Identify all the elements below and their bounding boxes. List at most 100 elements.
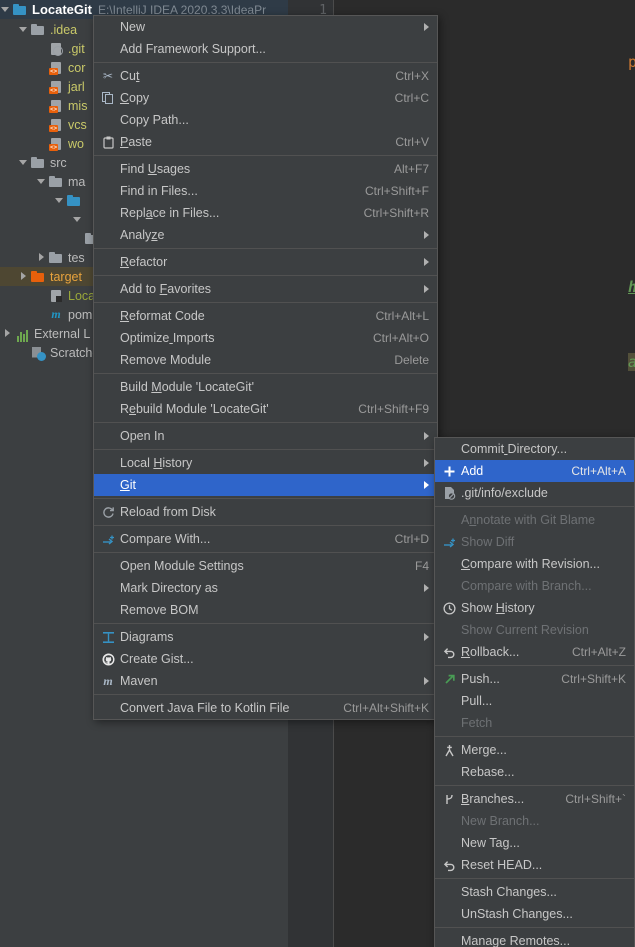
menu-item-shortcut: Alt+F7 bbox=[393, 162, 429, 176]
merge-icon bbox=[437, 739, 461, 761]
menu-item-show-current-revision: Show Current Revision bbox=[435, 619, 634, 641]
menu-item-rebuild-module-locategit[interactable]: Rebuild Module 'LocateGit' Ctrl+Shift+F9 bbox=[94, 398, 437, 420]
project-root-name: LocateGit bbox=[32, 2, 92, 17]
project-context-menu[interactable]: New Add Framework Support... ✂ Cut Ctrl+X Cop… bbox=[93, 15, 438, 720]
menu-item-rollback[interactable]: Rollback... Ctrl+Alt+Z bbox=[435, 641, 634, 663]
menu-item-branches[interactable]: Branches... Ctrl+Shift+` bbox=[435, 788, 634, 810]
menu-item-label: Optimize Imports bbox=[120, 331, 215, 345]
menu-item-label: Reformat Code bbox=[120, 309, 205, 323]
menu-item-cut[interactable]: ✂ Cut Ctrl+X bbox=[94, 65, 437, 87]
menu-item-add-framework-support[interactable]: Add Framework Support... bbox=[94, 38, 437, 60]
menu-item-git[interactable]: Git bbox=[94, 474, 437, 496]
plus-icon bbox=[437, 460, 461, 482]
menu-item-label: Reload from Disk bbox=[120, 505, 216, 519]
menu-item-local-history[interactable]: Local History bbox=[94, 452, 437, 474]
menu-item-git-info-exclude[interactable]: .git/info/exclude bbox=[435, 482, 634, 504]
copy-icon bbox=[96, 87, 120, 109]
menu-item-convert-java-file-to-kotlin-file[interactable]: Convert Java File to Kotlin File Ctrl+Alt… bbox=[94, 697, 437, 719]
menu-item-open-module-settings[interactable]: Open Module Settings F4 bbox=[94, 555, 437, 577]
chevron-down-icon[interactable] bbox=[0, 4, 11, 15]
menu-icon-placeholder bbox=[96, 180, 120, 202]
menu-item-label: Fetch bbox=[461, 716, 493, 730]
menu-item-manage-remotes[interactable]: Manage Remotes... bbox=[435, 930, 634, 947]
menu-item-analyze[interactable]: Analyze bbox=[94, 224, 437, 246]
menu-item-new-tag[interactable]: New Tag... bbox=[435, 832, 634, 854]
github-icon bbox=[96, 648, 120, 670]
menu-item-new[interactable]: New bbox=[94, 16, 437, 38]
menu-item-find-usages[interactable]: Find Usages Alt+F7 bbox=[94, 158, 437, 180]
menu-icon-placeholder bbox=[96, 555, 120, 577]
menu-item-copy-path[interactable]: Copy Path... bbox=[94, 109, 437, 131]
menu-item-reformat-code[interactable]: Reformat Code Ctrl+Alt+L bbox=[94, 305, 437, 327]
menu-item-reload-from-disk[interactable]: Reload from Disk bbox=[94, 501, 437, 523]
menu-item-create-gist[interactable]: Create Gist... bbox=[94, 648, 437, 670]
menu-separator bbox=[94, 248, 437, 249]
git-submenu[interactable]: Commit Directory... Add Ctrl+Alt+A .git/inf… bbox=[434, 437, 635, 947]
menu-item-label: Rebuild Module 'LocateGit' bbox=[120, 402, 269, 416]
menu-item-add[interactable]: Add Ctrl+Alt+A bbox=[435, 460, 634, 482]
menu-item-compare-with[interactable]: Compare With... Ctrl+D bbox=[94, 528, 437, 550]
submenu-arrow-icon bbox=[424, 584, 429, 592]
scissors-icon: ✂ bbox=[102, 69, 114, 83]
menu-item-maven[interactable]: m Maven bbox=[94, 670, 437, 692]
menu-item-stash-changes[interactable]: Stash Changes... bbox=[435, 881, 634, 903]
menu-item-refactor[interactable]: Refactor bbox=[94, 251, 437, 273]
menu-item-label: Git bbox=[120, 478, 136, 492]
menu-item-label: Local History bbox=[120, 456, 193, 470]
menu-item-fetch: Fetch bbox=[435, 712, 634, 734]
menu-item-optimize-imports[interactable]: Optimize Imports Ctrl+Alt+O bbox=[94, 327, 437, 349]
menu-item-annotate-with-git-blame: Annotate with Git Blame bbox=[435, 509, 634, 531]
menu-item-find-in-files[interactable]: Find in Files... Ctrl+Shift+F bbox=[94, 180, 437, 202]
menu-item-label: Rollback... bbox=[461, 645, 520, 659]
menu-separator bbox=[435, 785, 634, 786]
chevron-down-icon[interactable] bbox=[54, 195, 65, 206]
menu-item-label: Refactor bbox=[120, 255, 168, 269]
menu-item-reset-head[interactable]: Reset HEAD... bbox=[435, 854, 634, 876]
folder-icon bbox=[48, 174, 64, 190]
menu-icon-placeholder bbox=[96, 158, 120, 180]
menu-item-label: Pull... bbox=[461, 694, 493, 708]
submenu-arrow-icon bbox=[424, 23, 429, 31]
menu-item-label: Show Diff bbox=[461, 535, 515, 549]
menu-item-push[interactable]: Push... Ctrl+Shift+K bbox=[435, 668, 634, 690]
menu-separator bbox=[94, 525, 437, 526]
menu-item-pull[interactable]: Pull... bbox=[435, 690, 634, 712]
menu-item-unstash-changes[interactable]: UnStash Changes... bbox=[435, 903, 634, 925]
menu-item-diagrams[interactable]: Diagrams bbox=[94, 626, 437, 648]
menu-item-label: Open In bbox=[120, 429, 165, 443]
menu-item-label: Show History bbox=[461, 601, 535, 615]
menu-item-new-branch: New Branch... bbox=[435, 810, 634, 832]
menu-item-remove-module[interactable]: Remove Module Delete bbox=[94, 349, 437, 371]
chevron-right-icon[interactable] bbox=[36, 252, 47, 263]
chevron-down-icon[interactable] bbox=[36, 176, 47, 187]
menu-separator bbox=[94, 498, 437, 499]
chevron-down-icon[interactable] bbox=[72, 214, 83, 225]
menu-item-merge[interactable]: Merge... bbox=[435, 739, 634, 761]
tree-item-label: External L bbox=[34, 326, 91, 341]
menu-icon-placeholder bbox=[437, 810, 461, 832]
chevron-right-icon[interactable] bbox=[18, 271, 29, 282]
menu-item-label: Rebase... bbox=[461, 765, 515, 779]
menu-item-remove-bom[interactable]: Remove BOM bbox=[94, 599, 437, 621]
scratches-icon bbox=[30, 345, 46, 361]
menu-icon-placeholder bbox=[437, 553, 461, 575]
menu-item-label: Copy bbox=[120, 91, 150, 105]
menu-item-rebase[interactable]: Rebase... bbox=[435, 761, 634, 783]
menu-item-mark-directory-as[interactable]: Mark Directory as bbox=[94, 577, 437, 599]
menu-item-copy[interactable]: Copy Ctrl+C bbox=[94, 87, 437, 109]
menu-item-label: Branches... bbox=[461, 792, 525, 806]
menu-item-paste[interactable]: Paste Ctrl+V bbox=[94, 131, 437, 153]
chevron-down-icon[interactable] bbox=[18, 157, 29, 168]
menu-item-add-to-favorites[interactable]: Add to Favorites bbox=[94, 278, 437, 300]
menu-item-build-module-locategit[interactable]: Build Module 'LocateGit' bbox=[94, 376, 437, 398]
menu-item-shortcut: Ctrl+Alt+O bbox=[372, 331, 429, 345]
chevron-down-icon[interactable] bbox=[18, 24, 29, 35]
chevron-right-icon[interactable] bbox=[2, 328, 13, 339]
menu-item-compare-with-revision[interactable]: Compare with Revision... bbox=[435, 553, 634, 575]
menu-item-shortcut: Ctrl+D bbox=[394, 532, 429, 546]
menu-item-commit-directory[interactable]: Commit Directory... bbox=[435, 438, 634, 460]
xml-file-icon bbox=[48, 136, 64, 152]
menu-item-replace-in-files[interactable]: Replace in Files... Ctrl+Shift+R bbox=[94, 202, 437, 224]
menu-item-open-in[interactable]: Open In bbox=[94, 425, 437, 447]
menu-item-show-history[interactable]: Show History bbox=[435, 597, 634, 619]
